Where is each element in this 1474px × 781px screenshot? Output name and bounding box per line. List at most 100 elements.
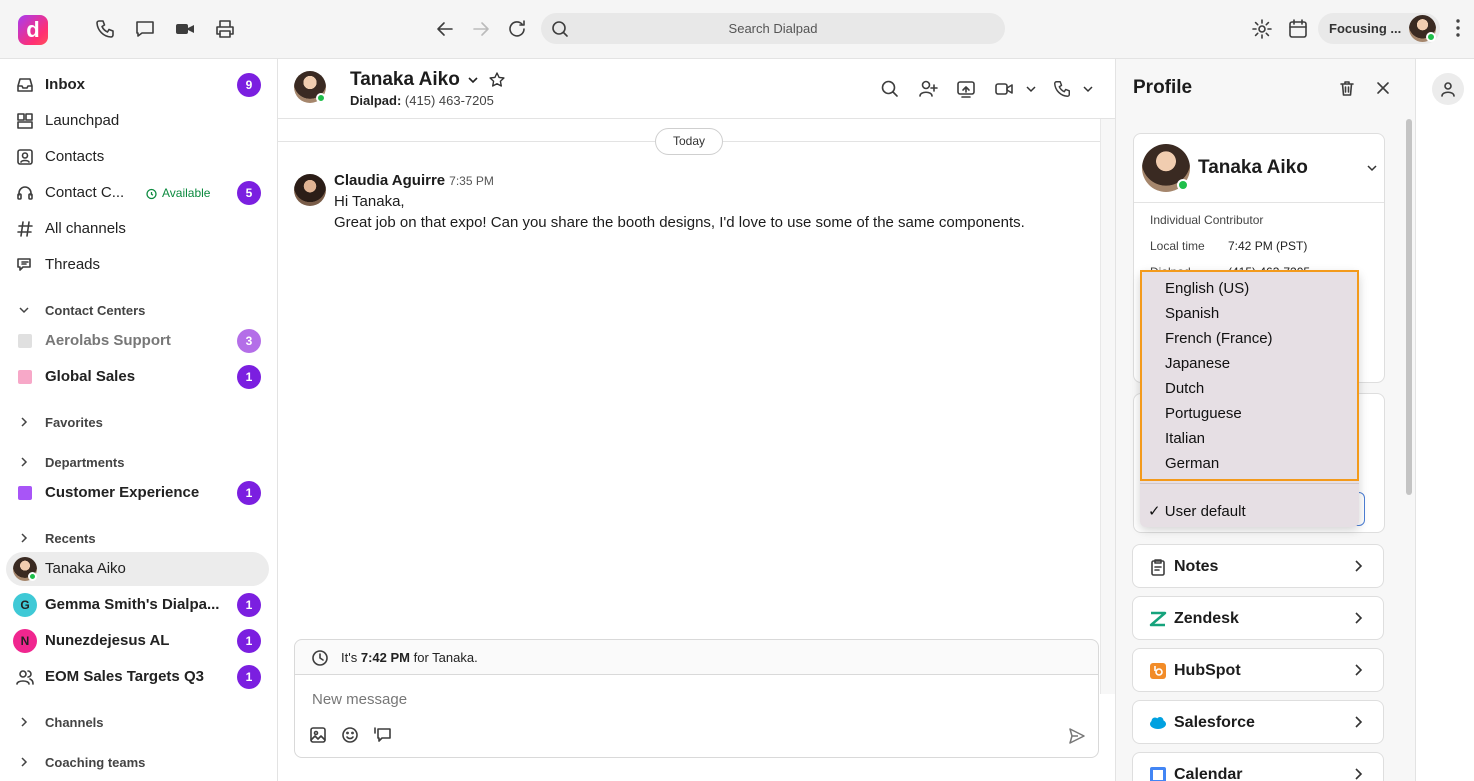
sidebar-item-eom-sales-targets[interactable]: EOM Sales Targets Q3 1	[0, 660, 278, 694]
section-title: Contact Centers	[45, 303, 146, 318]
scrollbar-thumb[interactable]	[1406, 119, 1412, 495]
profile-role: Individual Contributor	[1150, 213, 1264, 227]
star-icon[interactable]	[488, 71, 506, 89]
chevron-right-icon	[21, 533, 28, 543]
unread-badge: 9	[237, 73, 261, 97]
message-author[interactable]: Claudia Aguirre	[334, 172, 445, 189]
focus-status-label: Focusing ...	[1329, 21, 1402, 36]
profile-scrollbar[interactable]	[1404, 119, 1414, 499]
avatar-initial: N	[13, 629, 37, 653]
contact-name-button[interactable]: Tanaka Aiko	[350, 69, 506, 91]
section-favorites[interactable]: Favorites	[0, 410, 278, 434]
sidebar-item-label: Launchpad	[45, 112, 120, 129]
unread-badge: 1	[237, 665, 261, 689]
local-time-value: 7:42 PM	[360, 650, 410, 665]
zendesk-icon	[1149, 611, 1167, 627]
notes-icon	[1151, 559, 1165, 576]
search-placeholder: Search Dialpad	[728, 21, 818, 36]
online-status-dot	[1426, 32, 1436, 42]
gear-icon[interactable]	[1251, 18, 1273, 40]
sender-avatar[interactable]	[294, 174, 326, 206]
local-time-value: 7:42 PM (PST)	[1228, 239, 1308, 253]
status-focus-button[interactable]: Focusing ...	[1318, 13, 1440, 44]
chevron-down-icon[interactable]	[1082, 83, 1094, 95]
message-icon[interactable]	[134, 18, 156, 40]
more-menu-icon[interactable]	[1456, 18, 1460, 38]
sidebar-item-nunezdejesus[interactable]: N Nunezdejesus AL 1	[0, 624, 278, 658]
profile-toggle-button[interactable]	[1432, 73, 1464, 105]
phone-icon[interactable]	[94, 18, 116, 40]
notes-link[interactable]: Notes	[1132, 544, 1384, 588]
refresh-icon[interactable]	[506, 18, 528, 40]
dialpad-number: (415) 463-7205	[404, 93, 494, 108]
calendar-link[interactable]: Calendar	[1132, 752, 1384, 781]
person-icon	[1441, 82, 1455, 97]
conversation-scrollbar[interactable]	[1100, 119, 1115, 694]
sidebar-item-tanaka-aiko[interactable]: Tanaka Aiko	[6, 552, 269, 586]
hubspot-link[interactable]: HubSpot	[1132, 648, 1384, 692]
chevron-right-icon	[21, 457, 28, 467]
send-icon[interactable]	[1068, 727, 1086, 745]
language-option-selected[interactable]: ✓ User default	[1148, 502, 1246, 520]
section-coaching-teams[interactable]: Coaching teams	[0, 750, 278, 774]
conversation-panel: Tanaka Aiko Dialpad: (415) 463-7205 Toda…	[278, 59, 1115, 781]
sidebar-item-all-channels[interactable]: All channels	[0, 212, 278, 246]
message-time: 7:35 PM	[449, 174, 494, 188]
headset-icon	[17, 186, 33, 200]
trash-icon[interactable]	[1338, 79, 1356, 97]
avatar-initial: G	[13, 593, 37, 617]
link-label: Notes	[1174, 558, 1219, 575]
available-label: Available	[162, 186, 211, 200]
dialpad-logo[interactable]: d	[18, 15, 48, 45]
section-contact-centers[interactable]: Contact Centers	[0, 298, 278, 322]
thread-reply-icon[interactable]	[374, 726, 392, 744]
message-composer[interactable]: New message	[294, 674, 1099, 758]
chevron-right-icon	[1355, 560, 1363, 572]
sidebar-item-label: Customer Experience	[45, 484, 200, 501]
sidebar-item-inbox[interactable]: Inbox 9	[0, 68, 278, 102]
unread-badge: 1	[237, 629, 261, 653]
search-bar[interactable]: Search Dialpad	[541, 13, 1005, 44]
emoji-icon[interactable]	[341, 726, 359, 744]
sidebar-item-global-sales[interactable]: Global Sales 1	[0, 360, 278, 394]
phone-icon[interactable]	[1052, 79, 1072, 99]
image-icon[interactable]	[309, 726, 327, 744]
chevron-down-icon	[468, 77, 478, 84]
zendesk-link[interactable]: Zendesk	[1132, 596, 1384, 640]
group-icon	[16, 670, 34, 685]
close-icon[interactable]	[1375, 80, 1391, 96]
salesforce-link[interactable]: Salesforce	[1132, 700, 1384, 744]
forward-arrow-icon[interactable]	[470, 18, 492, 40]
section-recents[interactable]: Recents	[0, 526, 278, 550]
color-square	[18, 370, 32, 384]
dialpad-label: Dialpad:	[350, 93, 402, 108]
video-icon[interactable]	[174, 18, 196, 40]
section-departments[interactable]: Departments	[0, 450, 278, 474]
message-input[interactable]: New message	[312, 691, 407, 708]
sidebar-item-aerolabs-support[interactable]: Aerolabs Support 3	[0, 324, 278, 358]
calendar-icon[interactable]	[1287, 18, 1309, 40]
contact-subtitle: Dialpad: (415) 463-7205	[350, 93, 494, 108]
unread-badge: 5	[237, 181, 261, 205]
section-title: Favorites	[45, 415, 103, 430]
available-status[interactable]: Available	[145, 186, 210, 200]
sidebar-item-contact-center[interactable]: Contact C... Available 5	[0, 176, 278, 210]
sidebar-item-gemma-smith[interactable]: G Gemma Smith's Dialpa... 1	[0, 588, 278, 622]
sidebar-item-launchpad[interactable]: Launchpad	[0, 104, 278, 138]
chevron-down-icon[interactable]	[1366, 162, 1378, 174]
share-screen-icon[interactable]	[956, 79, 976, 99]
color-square	[18, 334, 32, 348]
search-icon[interactable]	[880, 79, 900, 99]
divider	[1134, 202, 1384, 203]
contact-avatar[interactable]	[294, 71, 326, 103]
video-icon[interactable]	[994, 79, 1014, 99]
sidebar-item-contacts[interactable]: Contacts	[0, 140, 278, 174]
print-icon[interactable]	[214, 18, 236, 40]
chevron-down-icon[interactable]	[1025, 83, 1037, 95]
local-time-text: It's 7:42 PM for Tanaka.	[341, 650, 478, 665]
back-arrow-icon[interactable]	[434, 18, 456, 40]
sidebar-item-customer-experience[interactable]: Customer Experience 1	[0, 476, 278, 510]
add-person-icon[interactable]	[918, 79, 938, 99]
sidebar-item-threads[interactable]: Threads	[0, 248, 278, 282]
section-channels[interactable]: Channels	[0, 710, 278, 734]
